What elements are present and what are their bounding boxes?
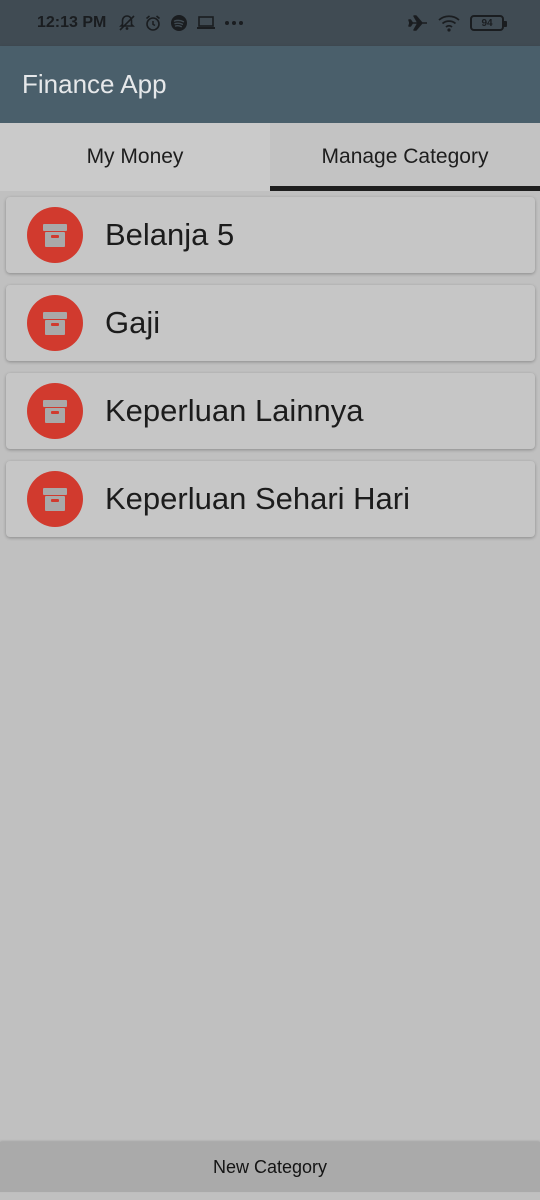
category-item[interactable]: Keperluan Lainnya [6,373,535,449]
category-label: Gaji [105,305,161,340]
new-category-label: New Category [212,1156,328,1177]
category-label: Belanja 5 [105,217,235,252]
airplane-icon [408,14,428,32]
app-title: Finance App [22,69,167,99]
category-avatar [27,383,83,439]
category-item[interactable]: Gaji [6,285,535,361]
category-avatar [27,207,83,263]
category-list: Belanja 5 Gaji Keperluan Lainnya Keperlu… [6,197,535,549]
status-time: 12:13 PM [37,14,107,31]
tab-my-money-label: My Money [86,145,184,168]
alarm-icon [144,14,162,32]
category-item[interactable]: Belanja 5 [6,197,535,273]
status-right: 94 [408,14,507,32]
spotify-icon [170,14,188,32]
laptop-icon [196,15,216,31]
category-label: Keperluan Lainnya [105,393,364,428]
new-category-button[interactable]: New Category [0,1142,540,1192]
battery-icon: 94 [470,15,507,31]
category-label: Keperluan Sehari Hari [105,481,411,516]
tab-bar: My Money Manage Category [0,123,540,191]
app-bar: Finance App [0,46,540,123]
archive-box-icon [43,224,67,247]
notifications-off-icon [118,14,136,32]
status-bar: 12:13 PM 94 [0,0,540,46]
archive-box-icon [43,400,67,423]
wifi-icon [438,14,460,32]
category-avatar [27,295,83,351]
status-left: 12:13 PM [37,14,244,32]
category-avatar [27,471,83,527]
category-item[interactable]: Keperluan Sehari Hari [6,461,535,537]
archive-box-icon [43,488,67,511]
tab-manage-category[interactable]: Manage Category [270,123,540,191]
archive-box-icon [43,312,67,335]
tab-my-money[interactable]: My Money [0,123,270,191]
more-dots-icon [224,20,244,26]
battery-level: 94 [481,17,493,29]
tab-manage-category-label: Manage Category [321,145,489,168]
